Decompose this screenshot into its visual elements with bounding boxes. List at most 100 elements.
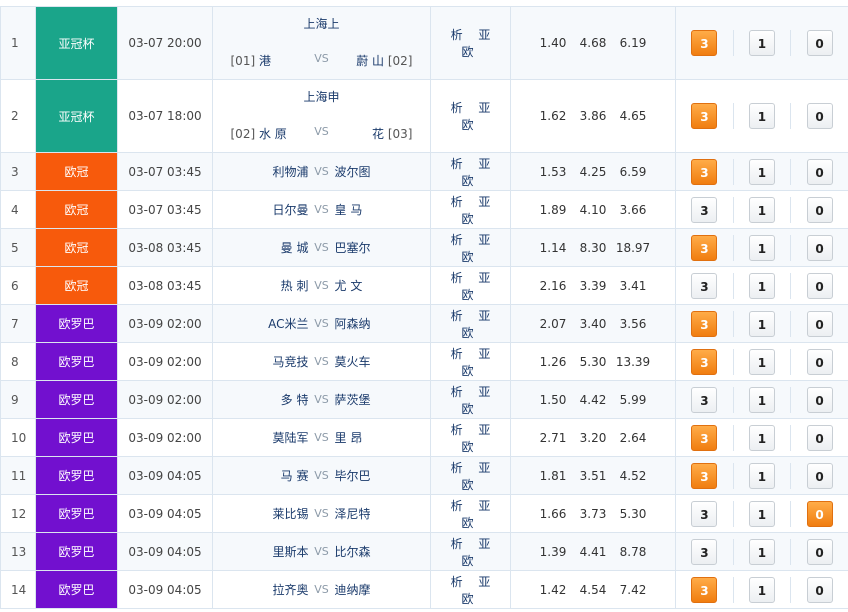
league-badge[interactable]: 欧罗巴 — [35, 570, 118, 609]
bet-option-1-button[interactable]: 1 — [748, 196, 775, 223]
analysis-links[interactable]: 析 亚 欧 — [445, 423, 497, 454]
analysis-links[interactable]: 析 亚 欧 — [445, 271, 497, 302]
away-team[interactable]: 阿森纳 — [335, 315, 395, 332]
bet-option-0-button[interactable]: 0 — [806, 30, 833, 56]
analysis-links[interactable]: 析 亚 欧 — [445, 309, 497, 340]
analysis-links[interactable]: 析 亚 欧 — [445, 385, 497, 416]
home-team[interactable]: 马竞技 — [249, 353, 308, 370]
home-team[interactable]: 莫陆军 — [249, 429, 308, 446]
league-badge[interactable]: 欧罗巴 — [35, 342, 118, 381]
league-badge[interactable]: 亚冠杯 — [35, 6, 118, 80]
home-team[interactable]: 热 刺 — [249, 277, 309, 294]
bet-option-3-button[interactable]: 3 — [691, 103, 718, 129]
bet-option-3-button[interactable]: 3 — [691, 310, 718, 337]
bet-option-3-button[interactable]: 3 — [691, 196, 718, 223]
analysis-links[interactable]: 析 亚 欧 — [445, 101, 497, 132]
bet-option-1-button[interactable]: 1 — [748, 348, 775, 375]
bet-option-3-button[interactable]: 3 — [691, 234, 718, 261]
bet-option-1-button[interactable]: 1 — [748, 538, 775, 565]
bet-option-1-button[interactable]: 1 — [748, 386, 775, 413]
league-badge[interactable]: 欧冠 — [35, 190, 118, 229]
away-team[interactable]: 蔚 山 [02] — [335, 52, 412, 69]
bet-option-0-button[interactable]: 0 — [806, 386, 833, 413]
away-team[interactable]: 花 [03] — [335, 125, 412, 142]
analysis-links[interactable]: 析 亚 欧 — [445, 28, 497, 59]
league-badge[interactable]: 亚冠杯 — [35, 79, 118, 153]
bet-option-1-button[interactable]: 1 — [748, 103, 775, 129]
home-team[interactable]: AC米兰 — [249, 315, 308, 332]
bet-option-3-button[interactable]: 3 — [691, 424, 718, 451]
home-team[interactable]: 马 赛 — [249, 467, 309, 484]
bet-option-3-button[interactable]: 3 — [691, 158, 718, 185]
home-team[interactable]: [01] 港 — [231, 52, 309, 69]
home-team[interactable]: 多 特 — [249, 391, 309, 408]
away-team[interactable]: 波尔图 — [335, 163, 395, 180]
away-team[interactable]: 尤 文 — [335, 277, 395, 294]
bet-option-3-button[interactable]: 3 — [691, 500, 718, 527]
bet-option-0-button[interactable]: 0 — [806, 348, 833, 375]
home-team[interactable]: 拉齐奥 — [249, 581, 308, 598]
away-team[interactable]: 泽尼特 — [335, 505, 395, 522]
league-badge[interactable]: 欧罗巴 — [35, 380, 118, 419]
league-badge[interactable]: 欧冠 — [35, 228, 118, 267]
bet-option-1-button[interactable]: 1 — [748, 462, 775, 489]
league-badge[interactable]: 欧罗巴 — [35, 418, 118, 457]
home-team[interactable]: 利物浦 — [249, 163, 308, 180]
home-team[interactable]: 里斯本 — [249, 543, 308, 560]
home-team[interactable]: 日尔曼 — [249, 201, 308, 218]
bet-option-0-button[interactable]: 0 — [806, 424, 833, 451]
bet-option-1-button[interactable]: 1 — [748, 576, 775, 603]
analysis-links[interactable]: 析 亚 欧 — [445, 575, 497, 606]
analysis-links[interactable]: 析 亚 欧 — [445, 195, 497, 226]
bet-option-0-button[interactable]: 0 — [806, 310, 833, 337]
home-team[interactable]: [02] 水 原 — [231, 125, 309, 142]
away-team[interactable]: 萨茨堡 — [335, 391, 395, 408]
bet-option-3-button[interactable]: 3 — [691, 462, 718, 489]
away-team[interactable]: 比尔森 — [335, 543, 395, 560]
away-team[interactable]: 巴塞尔 — [335, 239, 395, 256]
bet-option-1-button[interactable]: 1 — [748, 424, 775, 451]
league-badge[interactable]: 欧冠 — [35, 266, 118, 305]
bet-option-3-button[interactable]: 3 — [691, 576, 718, 603]
bet-option-1-button[interactable]: 1 — [748, 234, 775, 261]
bet-option-3-button[interactable]: 3 — [691, 30, 718, 56]
bet-option-1-button[interactable]: 1 — [748, 500, 775, 527]
bet-option-1-button[interactable]: 1 — [748, 158, 775, 185]
analysis-links[interactable]: 析 亚 欧 — [445, 233, 497, 264]
away-team[interactable]: 皇 马 — [335, 201, 395, 218]
league-badge[interactable]: 欧罗巴 — [35, 532, 118, 571]
away-team[interactable]: 里 昂 — [335, 429, 395, 446]
bet-option-1-button[interactable]: 1 — [748, 30, 775, 56]
analysis-links[interactable]: 析 亚 欧 — [445, 157, 497, 188]
league-badge[interactable]: 欧罗巴 — [35, 456, 118, 495]
away-team[interactable]: 毕尔巴 — [335, 467, 395, 484]
bet-option-3-button[interactable]: 3 — [691, 348, 718, 375]
home-team[interactable]: 曼 城 — [249, 239, 309, 256]
bet-option-3-button[interactable]: 3 — [691, 272, 718, 299]
away-team[interactable]: 莫火车 — [335, 353, 395, 370]
bet-option-0-button[interactable]: 0 — [806, 272, 833, 299]
bet-option-0-button[interactable]: 0 — [806, 500, 833, 527]
analysis-links[interactable]: 析 亚 欧 — [445, 499, 497, 530]
analysis-links[interactable]: 析 亚 欧 — [445, 537, 497, 568]
league-badge[interactable]: 欧冠 — [35, 152, 118, 191]
league-badge[interactable]: 欧罗巴 — [35, 494, 118, 533]
match-time: 03-08 03:45 — [117, 266, 213, 305]
bet-option-0-button[interactable]: 0 — [806, 576, 833, 603]
bet-option-0-button[interactable]: 0 — [806, 538, 833, 565]
bet-option-3-button[interactable]: 3 — [691, 386, 718, 413]
bet-option-1-button[interactable]: 1 — [748, 272, 775, 299]
bet-option-0-button[interactable]: 0 — [806, 234, 833, 261]
league-badge[interactable]: 欧罗巴 — [35, 304, 118, 343]
bet-option-3-button[interactable]: 3 — [691, 538, 718, 565]
bet-option-0-button[interactable]: 0 — [806, 158, 833, 185]
bet-option-0-button[interactable]: 0 — [806, 462, 833, 489]
odds: 1.40 4.68 6.19 — [510, 6, 676, 80]
analysis-links[interactable]: 析 亚 欧 — [445, 347, 497, 378]
bet-option-0-button[interactable]: 0 — [806, 196, 833, 223]
bet-option-0-button[interactable]: 0 — [806, 103, 833, 129]
analysis-links[interactable]: 析 亚 欧 — [445, 461, 497, 492]
away-team[interactable]: 迪纳摩 — [335, 581, 395, 598]
home-team[interactable]: 莱比锡 — [249, 505, 308, 522]
bet-option-1-button[interactable]: 1 — [748, 310, 775, 337]
